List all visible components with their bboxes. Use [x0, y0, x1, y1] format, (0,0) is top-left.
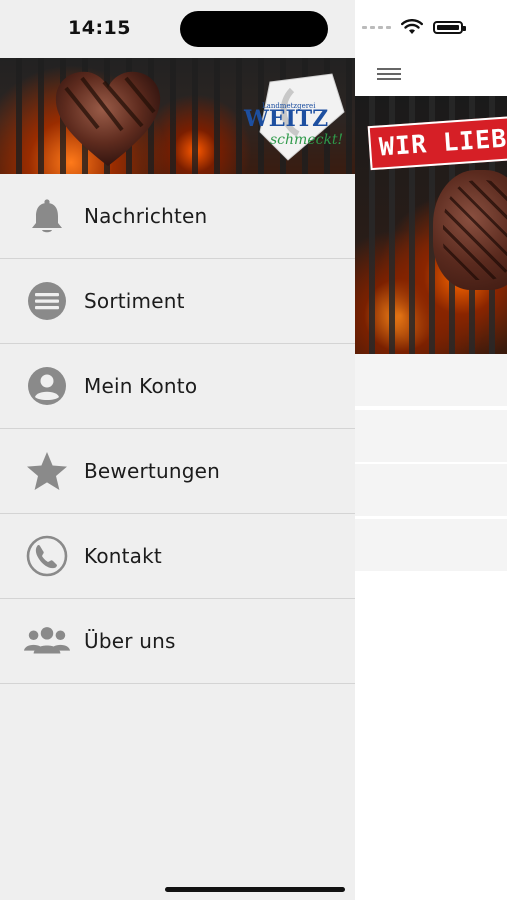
menu-item-sortiment[interactable]: Sortiment — [0, 259, 355, 344]
star-icon — [24, 449, 70, 493]
status-bar-right — [355, 0, 507, 58]
heart-steak-image — [55, 71, 161, 166]
wifi-icon — [401, 19, 423, 34]
list-item[interactable] — [355, 519, 507, 571]
svg-text:schmeckt!: schmeckt! — [270, 132, 343, 148]
promo-banner[interactable]: WIR LIEBEN — [355, 96, 507, 354]
menu-item-mein-konto[interactable]: Mein Konto — [0, 344, 355, 429]
home-indicator[interactable] — [165, 887, 345, 892]
steak-image — [433, 170, 507, 290]
svg-text:WEITZ: WEITZ — [243, 106, 328, 132]
menu-item-nachrichten[interactable]: Nachrichten — [0, 174, 355, 259]
drawer-header-image: Landmetzgerei WEITZ schmeckt! — [0, 58, 355, 174]
navigation-drawer: 14:15 Landmetzgerei WEITZ schmeckt! Nach… — [0, 0, 355, 900]
menu-item-bewertungen[interactable]: Bewertungen — [0, 429, 355, 514]
list-item[interactable] — [355, 354, 507, 406]
phone-icon — [24, 534, 70, 578]
bell-icon — [24, 194, 70, 238]
dynamic-island — [180, 11, 328, 47]
menu-item-kontakt[interactable]: Kontakt — [0, 514, 355, 599]
menu-item-label: Mein Konto — [84, 374, 198, 398]
list-item[interactable] — [355, 410, 507, 462]
battery-icon — [433, 20, 466, 34]
drawer-menu: Nachrichten Sortiment Mein Konto Bewertu… — [0, 174, 355, 684]
status-bar: 14:15 — [0, 0, 355, 58]
list-item[interactable] — [355, 464, 507, 516]
menu-item-label: Kontakt — [84, 544, 162, 568]
menu-item-label: Sortiment — [84, 289, 185, 313]
signal-icon — [362, 25, 391, 29]
list-icon — [24, 279, 70, 323]
promo-sign-text: WIR LIEBEN — [378, 121, 507, 162]
group-icon — [24, 619, 70, 663]
menu-item-label: Nachrichten — [84, 204, 208, 228]
hamburger-icon[interactable] — [377, 66, 403, 82]
promo-sign: WIR LIEBEN — [367, 115, 507, 171]
menu-item-ueber-uns[interactable]: Über uns — [0, 599, 355, 684]
status-time: 14:15 — [68, 17, 131, 39]
weitz-logo: Landmetzgerei WEITZ schmeckt! — [243, 73, 345, 161]
account-icon — [24, 364, 70, 408]
menu-item-label: Über uns — [84, 629, 176, 653]
menu-item-label: Bewertungen — [84, 459, 220, 483]
status-icons — [362, 19, 466, 35]
app-header — [355, 58, 507, 97]
